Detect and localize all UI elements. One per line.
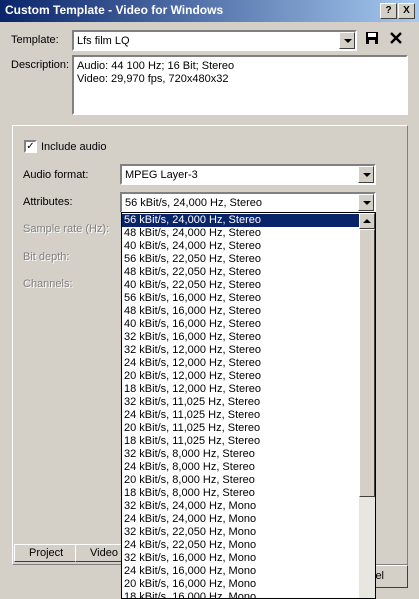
dropdown-option[interactable]: 24 kBit/s, 16,000 Hz, Mono <box>122 565 359 578</box>
tab-video[interactable]: Video <box>75 544 123 562</box>
template-combo[interactable]: Lfs film LQ <box>72 30 357 51</box>
dropdown-option[interactable]: 20 kBit/s, 8,000 Hz, Stereo <box>122 474 359 487</box>
dropdown-option[interactable]: 32 kBit/s, 16,000 Hz, Stereo <box>122 331 359 344</box>
dropdown-option[interactable]: 32 kBit/s, 8,000 Hz, Stereo <box>122 448 359 461</box>
delete-icon[interactable] <box>386 30 406 50</box>
dropdown-option[interactable]: 24 kBit/s, 22,050 Hz, Mono <box>122 539 359 552</box>
dropdown-option[interactable]: 24 kBit/s, 24,000 Hz, Mono <box>122 513 359 526</box>
description-label: Description: <box>11 59 70 71</box>
description-box[interactable]: Audio: 44 100 Hz; 16 Bit; Stereo Video: … <box>72 55 408 115</box>
audio-format-value: MPEG Layer-3 <box>125 169 198 181</box>
dropdown-option[interactable]: 32 kBit/s, 11,025 Hz, Stereo <box>122 396 359 409</box>
dropdown-option[interactable]: 18 kBit/s, 8,000 Hz, Stereo <box>122 487 359 500</box>
include-audio-label: Include audio <box>41 141 107 153</box>
dropdown-option[interactable]: 48 kBit/s, 24,000 Hz, Stereo <box>122 227 359 240</box>
dropdown-option[interactable]: 24 kBit/s, 8,000 Hz, Stereo <box>122 461 359 474</box>
help-button[interactable]: ? <box>380 3 397 19</box>
dropdown-option[interactable]: 48 kBit/s, 16,000 Hz, Stereo <box>122 305 359 318</box>
dropdown-option[interactable]: 56 kBit/s, 22,050 Hz, Stereo <box>122 253 359 266</box>
description-line-2: Video: 29,970 fps, 720x480x32 <box>77 73 229 85</box>
dropdown-option[interactable]: 24 kBit/s, 11,025 Hz, Stereo <box>122 409 359 422</box>
chevron-down-icon[interactable] <box>358 194 374 211</box>
sample-rate-label: Sample rate (Hz): <box>23 223 110 235</box>
window-title: Custom Template - Video for Windows <box>5 3 224 17</box>
dropdown-scrollbar[interactable] <box>359 213 375 598</box>
dropdown-option[interactable]: 24 kBit/s, 12,000 Hz, Stereo <box>122 357 359 370</box>
dropdown-option[interactable]: 40 kBit/s, 22,050 Hz, Stereo <box>122 279 359 292</box>
attributes-label: Attributes: <box>23 196 73 208</box>
template-value: Lfs film LQ <box>77 35 130 47</box>
description-line-1: Audio: 44 100 Hz; 16 Bit; Stereo <box>77 60 235 72</box>
channels-label: Channels: <box>23 278 73 290</box>
attributes-dropdown-list[interactable]: 56 kBit/s, 24,000 Hz, Stereo 48 kBit/s, 2… <box>121 212 376 599</box>
dropdown-option[interactable]: 20 kBit/s, 16,000 Hz, Mono <box>122 578 359 591</box>
scroll-up-button[interactable] <box>359 213 375 229</box>
chevron-down-icon[interactable] <box>339 32 355 49</box>
title-bar[interactable]: Custom Template - Video for Windows ? X <box>0 0 419 22</box>
audio-format-combo[interactable]: MPEG Layer-3 <box>120 164 376 185</box>
dropdown-option[interactable]: 56 kBit/s, 16,000 Hz, Stereo <box>122 292 359 305</box>
attributes-value: 56 kBit/s, 24,000 Hz, Stereo <box>125 197 262 209</box>
attributes-combo[interactable]: 56 kBit/s, 24,000 Hz, Stereo <box>120 192 376 213</box>
dropdown-option[interactable]: 18 kBit/s, 16,000 Hz, Mono <box>122 591 359 598</box>
dropdown-option[interactable]: 40 kBit/s, 24,000 Hz, Stereo <box>122 240 359 253</box>
cancel-button-label: el <box>375 570 384 582</box>
include-audio-checkbox[interactable]: ✓ <box>24 140 37 153</box>
dropdown-option[interactable]: 18 kBit/s, 12,000 Hz, Stereo <box>122 383 359 396</box>
dropdown-option[interactable]: 18 kBit/s, 11,025 Hz, Stereo <box>122 435 359 448</box>
bit-depth-label: Bit depth: <box>23 251 70 263</box>
dropdown-option[interactable]: 20 kBit/s, 11,025 Hz, Stereo <box>122 422 359 435</box>
dropdown-option[interactable]: 32 kBit/s, 22,050 Hz, Mono <box>122 526 359 539</box>
dropdown-option[interactable]: 32 kBit/s, 24,000 Hz, Mono <box>122 500 359 513</box>
dropdown-option[interactable]: 32 kBit/s, 16,000 Hz, Mono <box>122 552 359 565</box>
dropdown-option[interactable]: 40 kBit/s, 16,000 Hz, Stereo <box>122 318 359 331</box>
dropdown-option[interactable]: 32 kBit/s, 12,000 Hz, Stereo <box>122 344 359 357</box>
dropdown-option[interactable]: 56 kBit/s, 24,000 Hz, Stereo <box>122 214 359 227</box>
close-button[interactable]: X <box>398 3 415 19</box>
dropdown-option[interactable]: 48 kBit/s, 22,050 Hz, Stereo <box>122 266 359 279</box>
audio-format-label: Audio format: <box>23 169 89 181</box>
save-icon[interactable] <box>362 30 382 50</box>
tab-project[interactable]: Project <box>14 544 76 562</box>
dropdown-option[interactable]: 20 kBit/s, 12,000 Hz, Stereo <box>122 370 359 383</box>
scroll-thumb[interactable] <box>359 229 375 497</box>
template-label: Template: <box>11 34 59 46</box>
chevron-down-icon[interactable] <box>358 166 374 183</box>
